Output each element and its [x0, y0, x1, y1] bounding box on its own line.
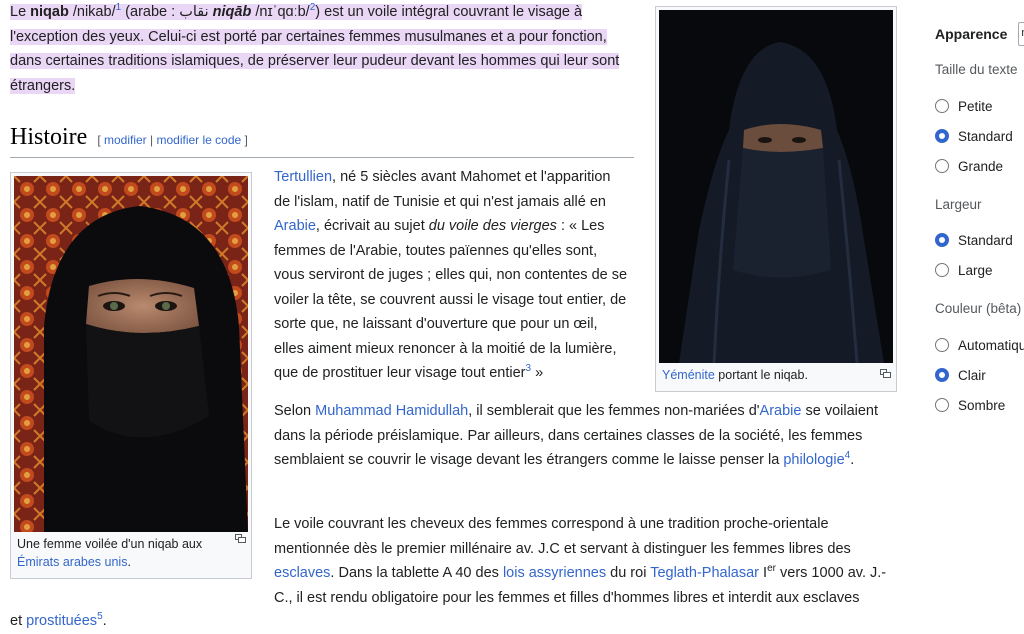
color-option-sombre[interactable]: Sombre [935, 395, 1005, 415]
caption-text: . [127, 555, 131, 569]
enlarge-icon[interactable] [235, 534, 246, 543]
link-yemenite[interactable]: Yéménite [662, 368, 715, 382]
photo-yemenite-niqab[interactable] [659, 10, 893, 363]
text-size-option-grande[interactable]: Grande [935, 156, 1003, 176]
width-option-standard[interactable]: Standard [935, 230, 1013, 250]
body-text: I [759, 565, 768, 581]
option-label: Sombre [958, 397, 1006, 413]
figure-right: Yéménite portant le niqab. [655, 6, 897, 392]
link-philologie[interactable]: philologie [783, 452, 844, 468]
body-text: du roi [606, 565, 651, 581]
paragraph-hamidullah: Selon Muhammad Hamidullah, il semblerait… [274, 399, 884, 473]
arabic-script: نقاب [179, 4, 209, 20]
edit-bracket: [ [97, 133, 104, 147]
paragraph-tertullien: Tertullien, né 5 siècles avant Mahomet e… [274, 165, 629, 386]
color-option-automatique[interactable]: Automatique [935, 335, 1024, 355]
radio-button[interactable] [935, 159, 949, 173]
radio-button[interactable] [935, 99, 949, 113]
body-text: Selon [274, 403, 316, 419]
option-label: Standard [958, 232, 1013, 248]
ipa-ar: /nɪˈqɑːb/ [251, 4, 310, 20]
ipa-fr: /nikab/ [68, 4, 116, 20]
option-label: Grande [958, 158, 1004, 174]
option-label: Clair [958, 367, 986, 383]
option-label: Standard [958, 128, 1013, 144]
link-arabie[interactable]: Arabie [760, 403, 802, 419]
lead-paragraph: Le niqab /nikab/1 (arabe : نقاب niqāb /n… [10, 0, 635, 98]
photo-woman-niqab-uae-graphic [14, 176, 248, 532]
section-title: Histoire [10, 124, 88, 150]
link-hamidullah[interactable]: Muhammad Hamidullah [315, 403, 468, 419]
edit-source-link[interactable]: modifier le code [156, 133, 241, 147]
option-label: Automatique [958, 337, 1024, 353]
body-text: . [850, 452, 855, 468]
enlarge-icon[interactable] [880, 369, 891, 378]
link-emirats[interactable]: Émirats arabes unis [17, 555, 127, 569]
link-lois-assyriennes[interactable]: lois assyriennes [503, 565, 606, 581]
body-text: Le voile couvrant les cheveux des femmes… [274, 516, 851, 557]
figure-caption: Yéménite portant le niqab. [659, 363, 893, 384]
photo-yemenite-niqab-graphic [659, 10, 893, 363]
figure-caption: Une femme voilée d'un niqab aux Émirats … [14, 532, 248, 571]
text-size-option-standard[interactable]: Standard [935, 126, 1013, 146]
radio-button[interactable] [935, 233, 949, 247]
term-niqab: niqab [30, 4, 69, 20]
section-heading: Histoire [ modifier | modifier le code ] [10, 124, 634, 158]
radio-button[interactable] [935, 368, 949, 382]
radio-button[interactable] [935, 263, 949, 277]
text-size-label: Taille du texte [935, 62, 1018, 77]
text-size-option-petite[interactable]: Petite [935, 96, 993, 116]
appearance-hide-button[interactable]: m [1018, 22, 1024, 46]
width-label: Largeur [935, 197, 982, 212]
color-label: Couleur (bêta) [935, 301, 1022, 316]
option-label: Petite [958, 98, 993, 114]
paragraph-voile: Le voile couvrant les cheveux des femmes… [274, 512, 899, 610]
link-arabie[interactable]: Arabie [274, 218, 316, 234]
figure-left: Une femme voilée d'un niqab aux Émirats … [10, 172, 252, 579]
paragraph-tail: et prostituées5. [10, 609, 107, 634]
radio-button[interactable] [935, 338, 949, 352]
intro-text: (arabe : [121, 4, 180, 20]
edit-bracket: ] [241, 133, 248, 147]
radio-button[interactable] [935, 398, 949, 412]
caption-text: portant le niqab. [714, 368, 808, 382]
radio-button[interactable] [935, 129, 949, 143]
body-text: , il semblerait que les femmes non-marié… [468, 403, 760, 419]
width-option-large[interactable]: Large [935, 260, 993, 280]
link-tertullien[interactable]: Tertullien [274, 169, 332, 185]
section-edit-links: [ modifier | modifier le code ] [97, 133, 248, 147]
intro-text: Le [10, 4, 31, 20]
transliteration: niqāb [212, 4, 252, 20]
color-option-clair[interactable]: Clair [935, 365, 986, 385]
edit-separator: | [146, 133, 157, 147]
caption-text: Une femme voilée d'un niqab aux [17, 537, 203, 551]
body-text: , écrivait au sujet [315, 218, 429, 234]
ordinal-suffix: er [767, 563, 776, 575]
photo-woman-niqab-uae[interactable] [14, 176, 248, 532]
body-text: : « Les femmes de l'Arabie, toutes païen… [274, 218, 628, 381]
option-label: Large [958, 262, 993, 278]
body-text: . Dans la tablette A 40 des [330, 565, 503, 581]
work-title: du voile des vierges [428, 218, 557, 234]
link-esclaves[interactable]: esclaves [274, 565, 330, 581]
selected-text[interactable]: Le niqab /nikab/1 (arabe : نقاب niqāb /n… [10, 3, 620, 94]
link-teglath-phalasar[interactable]: Teglath-Phalasar [650, 565, 759, 581]
edit-link[interactable]: modifier [104, 133, 147, 147]
appearance-heading: Apparence [935, 26, 1008, 42]
body-text: » [531, 365, 544, 381]
